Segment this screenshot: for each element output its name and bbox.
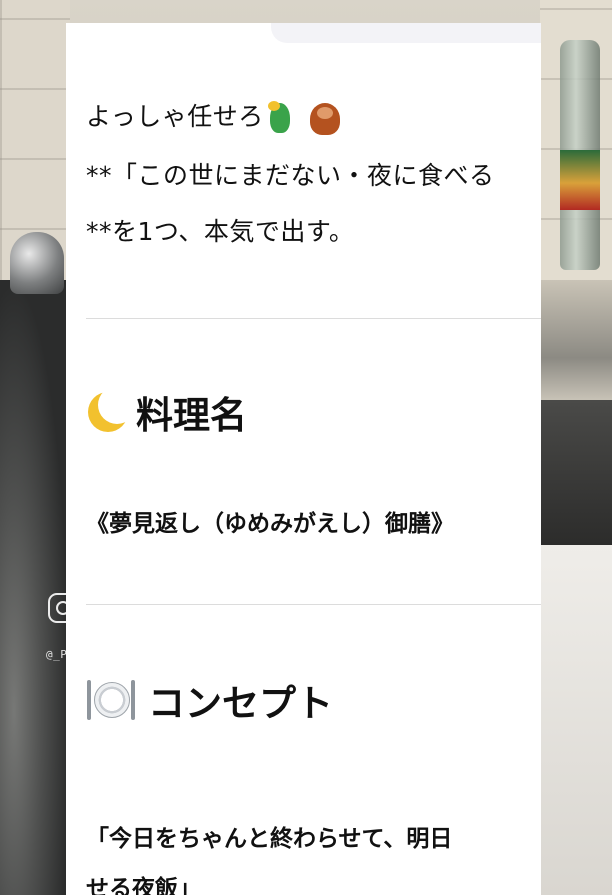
fork-icon (87, 680, 91, 720)
cabinet-image (540, 545, 612, 895)
message-line-1: よっしゃ任せろ (86, 97, 344, 137)
plate-icon (94, 682, 130, 718)
concept-line-2: せる夜飯」 (86, 876, 201, 895)
parrot-icon (264, 99, 302, 137)
concept-heading: コンセプト (86, 673, 333, 727)
kettle-image (10, 232, 64, 294)
chat-message-card: よっしゃ任せろ **「この世にまだない・夜に食べる **を1つ、本気で出す。 料… (66, 23, 541, 895)
orangutan-icon (306, 99, 344, 137)
divider (86, 318, 541, 319)
divider (86, 604, 541, 605)
bottle-label-image (560, 150, 600, 210)
knife-icon (131, 680, 135, 720)
message-line-1-text: よっしゃ任せろ (86, 102, 264, 131)
fork-knife-plate-icon (86, 678, 136, 722)
message-line-2: **「この世にまだない・夜に食べる (86, 161, 495, 190)
dish-name-heading-text: 料理名 (136, 394, 247, 437)
crescent-moon-icon (86, 386, 136, 434)
concept-heading-text: コンセプト (148, 682, 333, 725)
message-line-3: **を1つ、本気で出す。 (86, 217, 355, 246)
dish-name-heading: 料理名 (86, 385, 247, 439)
counter-image (540, 400, 612, 550)
card-top-edge (271, 23, 541, 43)
dish-name-text: 《夢見返し（ゆめみがえし）御膳》 (86, 511, 454, 537)
concept-line-1: 「今日をちゃんと終わらせて、明日 (86, 826, 453, 852)
sink-image (0, 280, 70, 895)
shelf-image (540, 280, 612, 410)
